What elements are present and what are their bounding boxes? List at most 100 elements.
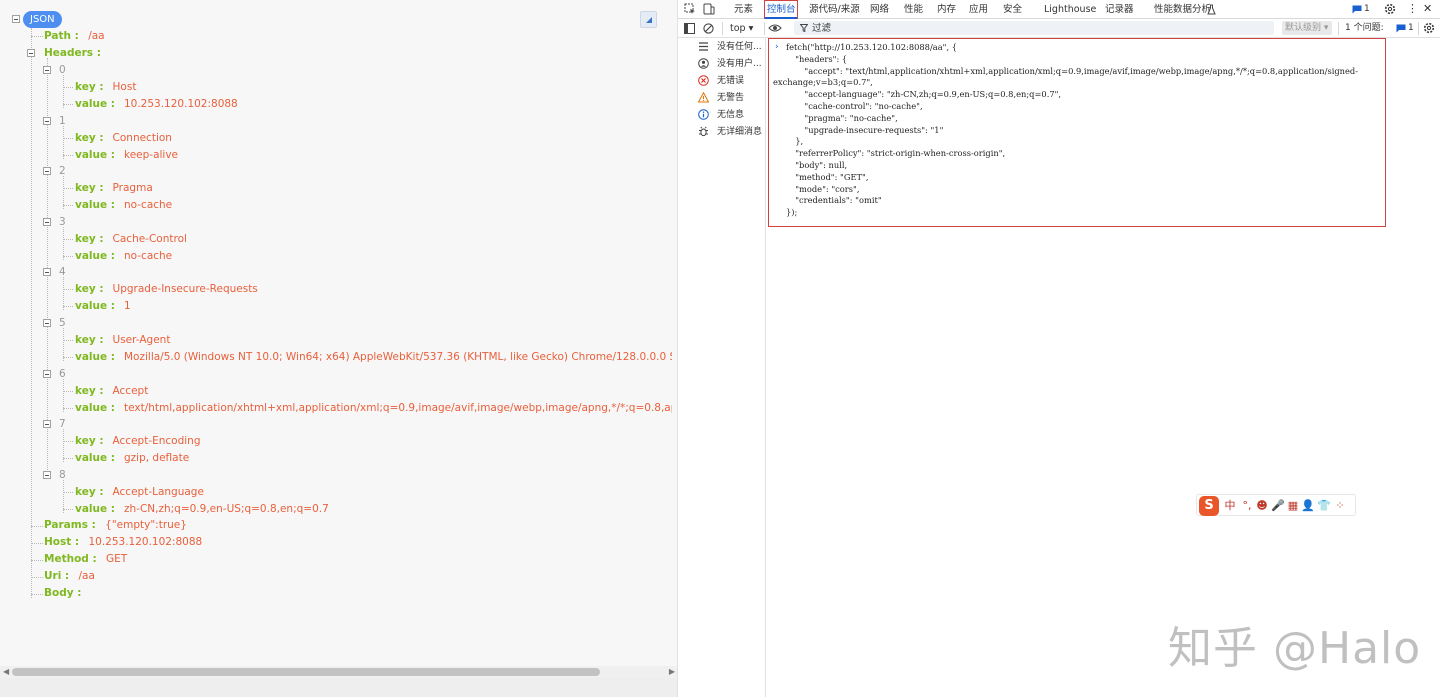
- header-key: Pragma: [112, 182, 153, 195]
- header-value: Mozilla/5.0 (Windows NT 10.0; Win64; x64…: [123, 351, 672, 363]
- console-input-entry[interactable]: › fetch("http://10.253.120.102:8088/aa",…: [768, 38, 1386, 227]
- root-badge[interactable]: JSON: [23, 11, 62, 28]
- tree-guide: [63, 137, 73, 139]
- uri-value: /aa: [78, 570, 95, 582]
- header-4-collapse-toggle[interactable]: [43, 268, 51, 277]
- uri-row: Uri : /aa: [44, 569, 95, 583]
- tab-6[interactable]: 应用: [969, 3, 988, 16]
- sidebar-item-5[interactable]: 无详细消息: [678, 124, 766, 140]
- console-line: "body": null,: [795, 160, 848, 170]
- console-line: "mode": "cors",: [795, 183, 860, 194]
- header-key-row: key : Accept: [75, 384, 148, 398]
- sogou-ime-toolbar[interactable]: S 中 °, ☻ 🎤 ▦ 👤 👕 ⁘: [1196, 494, 1356, 516]
- clear-console-icon[interactable]: [703, 23, 714, 34]
- tab-0[interactable]: 元素: [734, 3, 753, 16]
- sidebar-item-label: 没有任何...: [717, 42, 762, 52]
- tree-guide: [63, 508, 73, 510]
- console-line: "headers": {: [795, 53, 848, 64]
- ime-item-icon[interactable]: ▦: [1286, 499, 1300, 513]
- header-2-collapse-toggle[interactable]: [43, 167, 51, 176]
- header-key-row: key : Upgrade-Insecure-Requests: [75, 282, 258, 296]
- filter-input[interactable]: 过滤: [794, 21, 1274, 35]
- ime-item-icon[interactable]: 🎤: [1271, 499, 1285, 513]
- issues-icon[interactable]: [1396, 24, 1406, 33]
- tree-guide: [63, 441, 73, 443]
- header-3-collapse-toggle[interactable]: [43, 217, 51, 226]
- header-8-collapse-toggle[interactable]: [43, 470, 51, 479]
- console-line: exchange;v=b3;q=0.7",: [773, 77, 873, 88]
- headers-collapse-toggle[interactable]: [27, 49, 35, 57]
- scroll-right-arrow-icon[interactable]: ▶: [669, 668, 675, 676]
- header-key-row: key : Host: [75, 80, 136, 94]
- ime-item-icon[interactable]: 中: [1223, 499, 1237, 513]
- headers-key: Headers :: [44, 47, 101, 59]
- sidebar-item-1[interactable]: 没有用户...: [678, 56, 766, 72]
- tree-guide: [63, 255, 73, 257]
- header-key-row: key : User-Agent: [75, 333, 170, 347]
- header-value: gzip, deflate: [123, 452, 190, 465]
- collapse-all-button[interactable]: [640, 11, 657, 28]
- tab-4[interactable]: 性能: [904, 3, 923, 16]
- device-toolbar-icon[interactable]: [703, 3, 715, 15]
- tree-guide: [63, 491, 73, 493]
- header-key-label: key :: [75, 232, 104, 245]
- tab-2[interactable]: 源代码/来源: [809, 3, 860, 16]
- ime-item-icon[interactable]: 👕: [1317, 499, 1331, 513]
- sidebar-item-3[interactable]: 无警告: [678, 90, 766, 106]
- headers-row: Headers :: [44, 46, 101, 60]
- horizontal-scrollbar[interactable]: ◀ ▶: [0, 666, 677, 678]
- root-collapse-toggle[interactable]: [12, 15, 20, 23]
- prompt-chevron-icon: ›: [775, 42, 779, 52]
- devtools-tabbar: 元素 控制台 源代码/来源 网络 性能 内存 应用 安全 Lighthouse 记录器 性能数据分析…: [678, 0, 1440, 19]
- header-value-row: value : Mozilla/5.0 (Windows NT 10.0; Win…: [75, 350, 672, 364]
- header-value-label: value :: [75, 249, 115, 262]
- header-0-collapse-toggle[interactable]: [43, 66, 51, 74]
- tab-5[interactable]: 内存: [937, 3, 956, 16]
- live-expression-eye-icon[interactable]: [768, 23, 782, 33]
- sidebar-item-2[interactable]: 无错误: [678, 73, 766, 89]
- ime-item-icon[interactable]: °,: [1240, 499, 1254, 513]
- tab-9[interactable]: 记录器: [1105, 3, 1134, 16]
- tab-7[interactable]: 安全: [1003, 3, 1022, 16]
- more-options-icon[interactable]: ⋮: [1407, 3, 1418, 16]
- header-value-row: value : no-cache: [75, 249, 172, 263]
- header-value-label: value :: [75, 452, 115, 465]
- log-levels-dropdown[interactable]: 默认级别 ▾: [1282, 21, 1332, 35]
- header-7-collapse-toggle[interactable]: [43, 420, 51, 429]
- sogou-logo-icon[interactable]: S: [1199, 496, 1219, 516]
- header-5-collapse-toggle[interactable]: [43, 319, 51, 327]
- sidebar-item-0[interactable]: 没有任何...: [678, 39, 766, 55]
- tab-8[interactable]: Lighthouse: [1044, 3, 1096, 16]
- header-value: text/html,application/xhtml+xml,applicat…: [123, 401, 672, 414]
- inspect-element-icon[interactable]: [684, 3, 696, 15]
- filter-placeholder: 过滤: [812, 23, 832, 34]
- issues-label[interactable]: 1 个问题:: [1345, 22, 1384, 35]
- uri-key: Uri :: [44, 570, 70, 582]
- header-value-row: value : 1: [75, 299, 131, 313]
- issues-chat-icon[interactable]: [1352, 5, 1362, 14]
- console-settings-gear-icon[interactable]: [1423, 22, 1435, 34]
- ime-item-icon[interactable]: ☻: [1255, 499, 1269, 513]
- issues-count[interactable]: 1: [1408, 22, 1414, 35]
- sidebar-toggle-icon[interactable]: [684, 23, 695, 34]
- ime-item-icon[interactable]: ⁘: [1333, 499, 1347, 513]
- close-icon[interactable]: ✕: [1423, 3, 1432, 16]
- path-row: Path : /aa: [44, 29, 105, 43]
- scrollbar-thumb[interactable]: [12, 668, 600, 676]
- scroll-left-arrow-icon[interactable]: ◀: [3, 668, 9, 676]
- settings-gear-icon[interactable]: [1384, 3, 1396, 15]
- tab-10[interactable]: 性能数据分析: [1154, 3, 1211, 16]
- sidebar-item-4[interactable]: 无信息: [678, 107, 766, 123]
- console-line: },: [795, 136, 804, 147]
- tab-3[interactable]: 网络: [870, 3, 889, 16]
- ime-item-icon[interactable]: 👤: [1301, 499, 1315, 513]
- header-6-collapse-toggle[interactable]: [43, 369, 51, 378]
- header-value: keep-alive: [123, 148, 179, 161]
- issues-badge-count[interactable]: 1: [1364, 3, 1370, 16]
- header-1-collapse-toggle[interactable]: [43, 116, 51, 125]
- header-key: Host: [112, 81, 137, 93]
- header-value: no-cache: [123, 199, 173, 212]
- console-line: "method": "GET",: [795, 171, 869, 182]
- header-key-label: key :: [75, 131, 104, 144]
- context-selector[interactable]: top ▾: [730, 22, 753, 35]
